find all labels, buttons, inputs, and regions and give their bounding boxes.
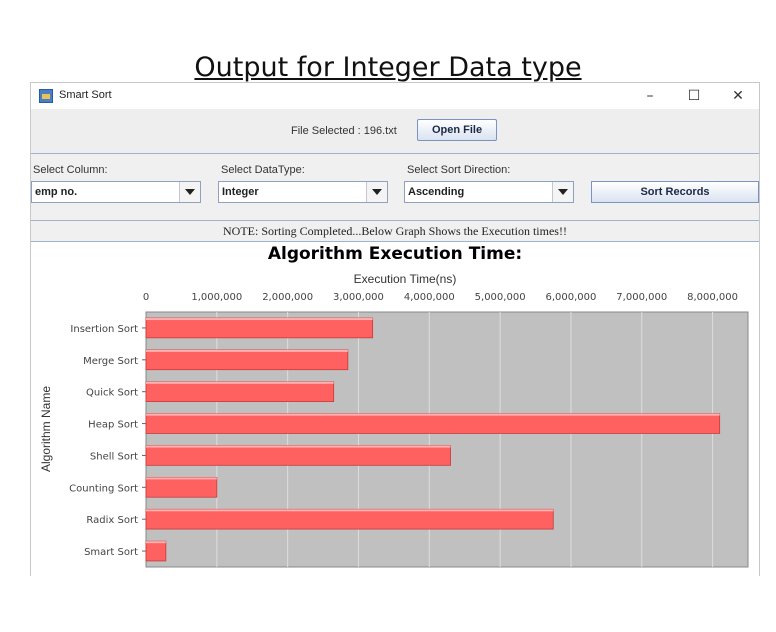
title-bar[interactable]: Smart Sort – ☐ ✕ [31,83,759,109]
sort-records-button[interactable]: Sort Records [591,181,759,203]
bar [145,349,349,371]
slide-title: Output for Integer Data type [194,52,582,83]
y-tick-label: Quick Sort [86,388,138,399]
window-title: Smart Sort [59,89,112,101]
y-tick-label: Shell Sort [90,451,138,462]
bar-chart: 0 1,000,000 2,000,000 3,000,000 4,000,000 5,0… [69,292,749,568]
x-tick-label: 5,000,000 [475,292,526,303]
x-tick-label: 6,000,000 [545,292,596,303]
select-datatype-label: Select DataType: [221,164,305,176]
bar [145,445,451,466]
bar [145,477,218,498]
minimize-button[interactable]: – [635,85,665,107]
x-tick-label: 4,000,000 [404,292,455,303]
status-note: NOTE: Sorting Completed...Below Graph Sh… [31,221,759,242]
x-tick-label: 3,000,000 [333,292,384,303]
direction-select[interactable]: Ascending [404,181,574,203]
x-tick-label: 8,000,000 [687,292,738,303]
column-select-value: emp no. [35,186,78,198]
bar-highlight [146,445,451,448]
x-tick-label: 7,000,000 [616,292,667,303]
y-axis-label: Algorithm Name [39,385,53,473]
bar-highlight [146,413,720,416]
file-selected-label: File Selected : 196.txt [291,125,397,137]
y-tick-label: Smart Sort [84,547,138,558]
open-file-button[interactable]: Open File [417,119,497,141]
datatype-select[interactable]: Integer [218,181,388,203]
file-row: File Selected : 196.txt Open File [31,109,759,154]
y-tick-label: Insertion Sort [70,324,138,335]
y-tick-label: Merge Sort [83,356,138,367]
app-window: Smart Sort – ☐ ✕ File Selected : 196.txt… [30,82,760,576]
bar-highlight [146,477,217,480]
bar-highlight [146,349,348,352]
column-select[interactable]: emp no. [31,181,201,203]
bar [145,317,374,339]
bar-highlight [146,381,334,384]
chart-title: Algorithm Execution Time: [267,244,523,264]
bar [145,381,335,402]
x-axis-label: Execution Time(ns) [353,272,457,286]
bar [145,508,554,530]
x-tick-label: 1,000,000 [191,292,242,303]
bar [145,413,721,434]
datatype-select-value: Integer [222,186,259,198]
x-tick-label: 0 [143,292,149,303]
chevron-down-icon[interactable] [366,182,387,202]
y-tick-label: Heap Sort [88,420,138,431]
chart-panel: 0 1,000,000 2,000,000 3,000,000 4,000,000 5,0… [31,242,759,576]
select-direction-label: Select Sort Direction: [407,164,511,176]
chevron-down-icon[interactable] [552,182,573,202]
y-tick-label: Counting Sort [69,483,138,494]
controls-panel: Select Column: emp no. Select DataType: … [31,154,759,221]
close-button[interactable]: ✕ [723,85,753,107]
chevron-down-icon[interactable] [179,182,200,202]
bar-highlight [146,318,373,321]
direction-select-value: Ascending [408,186,465,198]
select-column-label: Select Column: [33,164,108,176]
bar [145,540,167,562]
bar-highlight [146,509,554,512]
bar-highlight [146,541,166,544]
y-tick-label: Radix Sort [86,515,138,526]
x-tick-label: 2,000,000 [262,292,313,303]
java-app-icon [39,89,53,103]
maximize-button[interactable]: ☐ [679,85,709,107]
